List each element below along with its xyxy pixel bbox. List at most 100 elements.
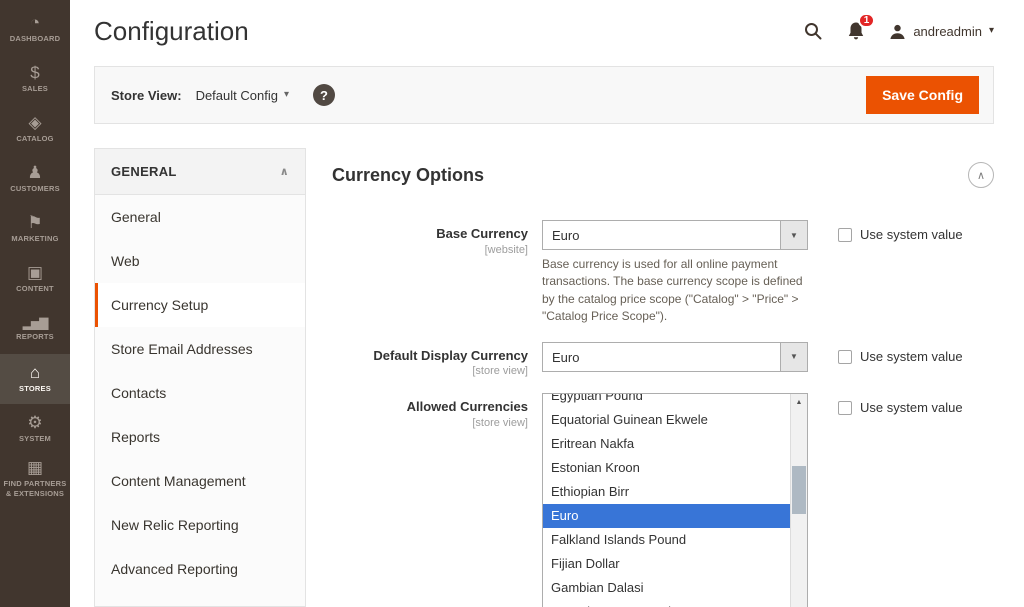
- arrow-glyph: ▼: [790, 231, 798, 240]
- currency-option[interactable]: Falkland Islands Pound: [543, 528, 791, 552]
- sidebar-item-dashboard[interactable]: ◔ DASHBOARD: [0, 4, 70, 54]
- config-nav-item-advanced-reporting[interactable]: Advanced Reporting: [95, 547, 305, 591]
- field-checkbox-col: Use system value: [838, 342, 963, 378]
- sidebar-item-catalog[interactable]: ◈ CATALOG: [0, 104, 70, 154]
- notifications-bell-icon[interactable]: 1: [847, 21, 865, 41]
- config-nav-item-general[interactable]: General: [95, 195, 305, 239]
- chevron-down-icon: ▾: [989, 26, 994, 36]
- app-root: ◔ DASHBOARD $ SALES ◈ CATALOG ♟ CUSTOMER…: [0, 0, 1024, 607]
- base-currency-label: Base Currency: [332, 226, 528, 242]
- use-system-value-label: Use system value: [860, 227, 963, 242]
- config-nav-item-new-relic-reporting[interactable]: New Relic Reporting: [95, 503, 305, 547]
- sidebar-item-label: REPORTS: [16, 332, 54, 342]
- store-view-current: Default Config: [196, 88, 278, 103]
- section-title: Currency Options: [332, 165, 484, 186]
- page-body: Store View: Default Config ▾ ? Save Conf…: [70, 62, 1024, 607]
- sidebar-item-label: FIND PARTNERS & EXTENSIONS: [2, 479, 68, 499]
- field-allowed-currencies: Allowed Currencies [store view] Egyptian…: [332, 393, 994, 607]
- search-icon[interactable]: [803, 21, 823, 41]
- catalog-icon: ◈: [28, 114, 41, 131]
- field-input-col: Euro ▼ Base currency is used for all onl…: [542, 220, 808, 326]
- content-area: Configuration 1: [70, 0, 1024, 607]
- section-head: Currency Options ∧: [332, 162, 994, 188]
- sidebar-item-content[interactable]: ▣ CONTENT: [0, 254, 70, 304]
- config-nav-item-currency-setup[interactable]: Currency Setup: [95, 283, 305, 327]
- use-system-value-label: Use system value: [860, 400, 963, 415]
- currency-option[interactable]: Equatorial Guinean Ekwele: [543, 408, 791, 432]
- base-currency-use-system-checkbox[interactable]: [838, 228, 852, 242]
- currency-option[interactable]: Eritrean Nakfa: [543, 432, 791, 456]
- default-display-currency-select[interactable]: Euro ▼: [542, 342, 808, 372]
- listbox-scrollbar[interactable]: ▲ ▼: [790, 394, 807, 607]
- field-input-col: Euro ▼: [542, 342, 808, 378]
- sidebar-item-sales[interactable]: $ SALES: [0, 54, 70, 104]
- help-icon[interactable]: ?: [313, 84, 335, 106]
- store-view-switcher[interactable]: Default Config ▾: [196, 88, 289, 103]
- currency-options-section: Currency Options ∧ Base Currency [websit…: [332, 148, 994, 607]
- base-currency-scope: [website]: [332, 244, 528, 256]
- default-display-currency-use-system-checkbox[interactable]: [838, 350, 852, 364]
- user-menu[interactable]: andreadmin ▾: [889, 23, 994, 40]
- content-icon: ▣: [27, 264, 43, 281]
- sidebar-item-reports[interactable]: ▂▅▇ REPORTS: [0, 304, 70, 354]
- sidebar-item-marketing[interactable]: ⚑ MARKETING: [0, 204, 70, 254]
- currency-option[interactable]: Egyptian Pound: [543, 393, 791, 408]
- arrow-glyph: ▼: [790, 352, 798, 361]
- allowed-currencies-listbox[interactable]: Egyptian Pound Equatorial Guinean Ekwele…: [542, 393, 808, 607]
- sidebar-item-label: CATALOG: [16, 134, 53, 144]
- config-nav-group-label: GENERAL: [111, 164, 177, 179]
- currency-option[interactable]: Ethiopian Birr: [543, 480, 791, 504]
- sidebar-item-customers[interactable]: ♟ CUSTOMERS: [0, 154, 70, 204]
- use-system-value-label: Use system value: [860, 349, 963, 364]
- currency-options-list: Egyptian Pound Equatorial Guinean Ekwele…: [543, 393, 791, 607]
- sidebar-item-label: SALES: [22, 84, 48, 94]
- sidebar-item-system[interactable]: ⚙ SYSTEM: [0, 404, 70, 454]
- save-config-button[interactable]: Save Config: [866, 76, 979, 114]
- config-columns: GENERAL ∧ General Web Currency Setup Sto…: [94, 148, 994, 607]
- page-header: Configuration 1: [70, 0, 1024, 62]
- currency-option[interactable]: Estonian Kroon: [543, 456, 791, 480]
- scrollbar-thumb[interactable]: [792, 466, 806, 514]
- stores-icon: ⌂: [30, 364, 40, 381]
- sidebar-item-label: SYSTEM: [19, 434, 51, 444]
- allowed-currencies-use-system-checkbox[interactable]: [838, 401, 852, 415]
- collapse-section-button[interactable]: ∧: [968, 162, 994, 188]
- notification-count-badge: 1: [858, 13, 876, 28]
- base-currency-value: Euro: [543, 221, 780, 249]
- default-display-currency-value: Euro: [543, 343, 780, 371]
- customers-icon: ♟: [27, 164, 42, 181]
- field-label-col: Allowed Currencies [store view]: [332, 393, 542, 607]
- system-gear-icon: ⚙: [27, 414, 42, 431]
- marketing-icon: ⚑: [27, 214, 42, 231]
- sidebar-item-label: DASHBOARD: [10, 34, 61, 44]
- select-dropdown-arrow-icon[interactable]: ▼: [780, 221, 807, 249]
- header-actions: 1 andreadmin ▾: [803, 21, 994, 41]
- default-display-currency-scope: [store view]: [332, 365, 528, 377]
- field-label-col: Base Currency [website]: [332, 220, 542, 326]
- config-nav-item-reports[interactable]: Reports: [95, 415, 305, 459]
- scroll-up-button[interactable]: ▲: [791, 394, 807, 410]
- sidebar-item-label: MARKETING: [11, 234, 58, 244]
- sidebar-item-label: STORES: [19, 384, 51, 394]
- store-view-label: Store View:: [111, 88, 182, 103]
- config-nav-item-web[interactable]: Web: [95, 239, 305, 283]
- config-nav-item-store-email-addresses[interactable]: Store Email Addresses: [95, 327, 305, 371]
- currency-option[interactable]: Fijian Dollar: [543, 552, 791, 576]
- config-nav-group-general[interactable]: GENERAL ∧: [95, 149, 305, 195]
- currency-option[interactable]: Gambian Dalasi: [543, 576, 791, 600]
- sales-icon: $: [30, 64, 39, 81]
- default-display-currency-label: Default Display Currency: [332, 348, 528, 364]
- select-dropdown-arrow-icon[interactable]: ▼: [780, 343, 807, 371]
- field-checkbox-col: Use system value: [838, 220, 963, 326]
- sidebar-item-find-partners[interactable]: ▦ FIND PARTNERS & EXTENSIONS: [0, 454, 70, 504]
- base-currency-select[interactable]: Euro ▼: [542, 220, 808, 250]
- currency-option[interactable]: Georgian Kupon Larit: [543, 600, 791, 607]
- chevron-up-icon: ∧: [280, 165, 289, 178]
- field-default-display-currency: Default Display Currency [store view] Eu…: [332, 342, 994, 378]
- config-nav-item-contacts[interactable]: Contacts: [95, 371, 305, 415]
- sidebar-item-stores[interactable]: ⌂ STORES: [0, 354, 70, 404]
- currency-option-selected[interactable]: Euro: [543, 504, 791, 528]
- reports-bar-chart-icon: ▂▅▇: [23, 317, 48, 329]
- config-nav-item-content-management[interactable]: Content Management: [95, 459, 305, 503]
- field-input-col: Egyptian Pound Equatorial Guinean Ekwele…: [542, 393, 808, 607]
